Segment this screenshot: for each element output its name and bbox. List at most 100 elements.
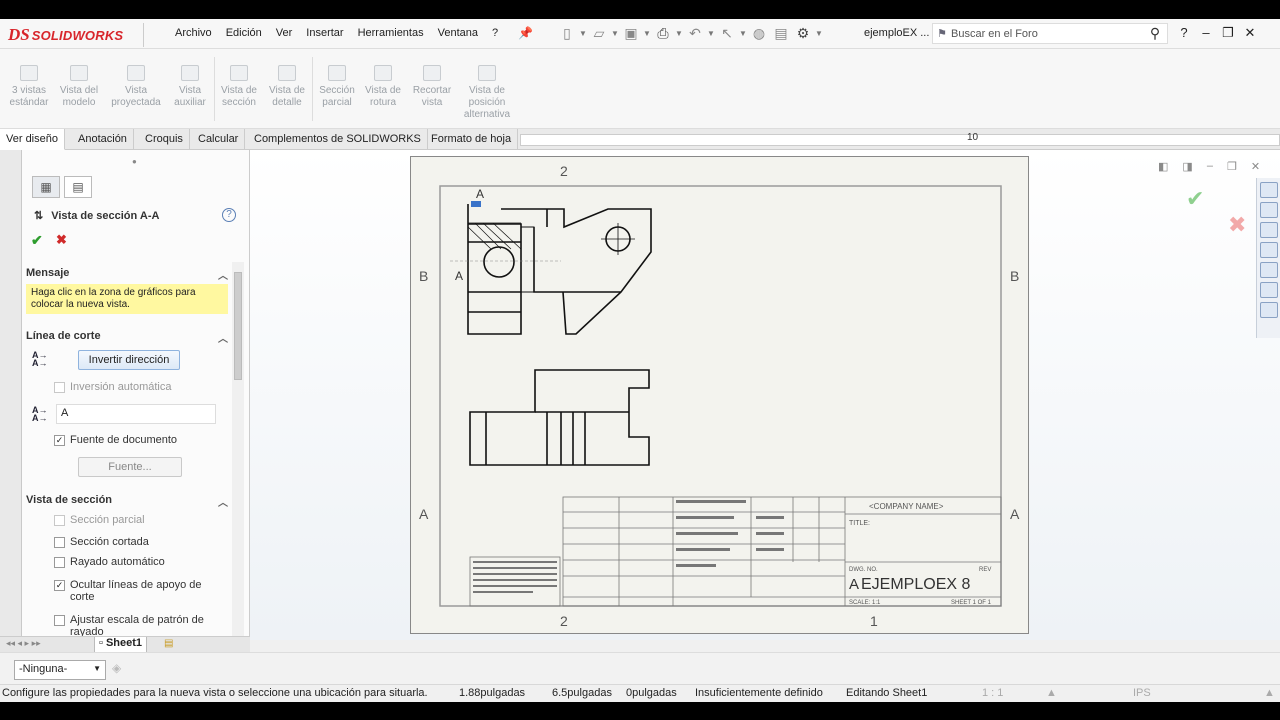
select-icon[interactable]: ↖ bbox=[716, 25, 738, 42]
menu-ventana[interactable]: Ventana bbox=[431, 27, 485, 39]
custom-properties-icon[interactable] bbox=[1260, 282, 1278, 298]
ribbon-projected-view[interactable]: Vista proyectada bbox=[111, 65, 161, 109]
help-icon[interactable]: ? bbox=[1176, 25, 1192, 41]
rayado-automatico-checkbox[interactable]: Rayado automático bbox=[54, 556, 165, 568]
pin-icon[interactable]: 📌 bbox=[518, 26, 533, 40]
chevron-down-icon[interactable]: ▼ bbox=[642, 25, 652, 42]
panel-grip-icon[interactable]: ● bbox=[132, 157, 137, 166]
menu-archivo[interactable]: Archivo bbox=[168, 27, 219, 39]
menu-herramientas[interactable]: Herramientas bbox=[351, 27, 431, 39]
search-input[interactable]: Buscar en el Foro bbox=[951, 28, 1143, 40]
menu-ver[interactable]: Ver bbox=[269, 27, 300, 39]
ribbon-auxiliary-view[interactable]: Vista auxiliar bbox=[165, 65, 215, 109]
invertir-direccion-button[interactable]: Invertir dirección bbox=[78, 350, 180, 370]
viewport-right-icon[interactable]: ◨ bbox=[1182, 160, 1192, 173]
tab-croquis[interactable]: Croquis bbox=[139, 129, 190, 150]
menu-help[interactable]: ? bbox=[485, 27, 505, 39]
menu-edicion[interactable]: Edición bbox=[219, 27, 269, 39]
file-properties-icon[interactable]: ▤ bbox=[770, 25, 792, 42]
ribbon-broken-out-section[interactable]: Sección parcial bbox=[312, 65, 362, 109]
ribbon-model-view[interactable]: Vista del modelo bbox=[54, 65, 104, 109]
options-gear-icon[interactable]: ⚙ bbox=[792, 25, 814, 42]
checkbox-box[interactable]: ✓ bbox=[54, 580, 65, 591]
solidworks-logo[interactable]: DS SOLIDWORKS bbox=[8, 23, 144, 47]
left-collapse-strip[interactable] bbox=[0, 150, 22, 640]
confirm-corner-check-icon[interactable]: ✔ bbox=[1186, 186, 1204, 212]
undo-icon[interactable]: ↶ bbox=[684, 25, 706, 42]
tab-formato-de-hoja[interactable]: Formato de hoja bbox=[425, 129, 519, 150]
status-units[interactable]: IPS bbox=[1133, 687, 1151, 699]
ocultar-lineas-checkbox[interactable]: ✓ Ocultar líneas de apoyo de corte bbox=[54, 579, 204, 603]
tab-anotacion[interactable]: Anotación bbox=[72, 129, 134, 150]
new-document-icon[interactable]: ▯ bbox=[556, 25, 578, 42]
ribbon-crop-view[interactable]: Recortar vista bbox=[407, 65, 457, 109]
viewport-left-icon[interactable]: ◧ bbox=[1158, 160, 1168, 173]
home-icon[interactable] bbox=[1260, 182, 1278, 198]
help-icon[interactable]: ? bbox=[222, 208, 236, 222]
cancel-x-icon[interactable]: ✖ bbox=[56, 232, 67, 248]
ok-checkmark-icon[interactable]: ✔ bbox=[31, 232, 43, 249]
ajustar-escala-checkbox[interactable]: Ajustar escala de patrón de rayado bbox=[54, 614, 214, 638]
layer-select[interactable]: -Ninguna- ▼ bbox=[14, 660, 106, 680]
tab-complementos[interactable]: Complementos de SOLIDWORKS bbox=[248, 129, 428, 150]
seccion-parcial-checkbox[interactable]: Sección parcial bbox=[54, 514, 145, 526]
menu-insertar[interactable]: Insertar bbox=[299, 27, 350, 39]
ribbon-break-view[interactable]: Vista de rotura bbox=[358, 65, 408, 109]
chevron-down-icon[interactable]: ▼ bbox=[674, 25, 684, 42]
chevron-down-icon[interactable]: ▼ bbox=[578, 25, 588, 42]
linea-de-corte-header[interactable]: Línea de corte ︿ bbox=[26, 330, 228, 345]
section-label-input[interactable]: A bbox=[56, 404, 216, 424]
graphics-area[interactable]: ⊕ ⊞ ⊘ ✥ ↻ ◈ ▩ ◉ ◐ ◧ ◨ – ❐ ✕ ✔ ✖ bbox=[250, 150, 1280, 640]
seccion-cortada-checkbox[interactable]: Sección cortada bbox=[54, 536, 149, 548]
chevron-up-icon[interactable]: ▲ bbox=[1046, 687, 1057, 699]
checkbox-box[interactable] bbox=[54, 382, 65, 393]
file-explorer-icon[interactable] bbox=[1260, 222, 1278, 238]
inversion-automatica-checkbox[interactable]: Inversión automática bbox=[54, 381, 172, 393]
checkbox-box[interactable] bbox=[54, 537, 65, 548]
add-sheet-icon[interactable]: ▤ bbox=[164, 638, 173, 649]
chevron-up-icon[interactable]: ▲ bbox=[1264, 687, 1275, 699]
appearances-icon[interactable] bbox=[1260, 262, 1278, 278]
mensaje-header[interactable]: Mensaje ︿ bbox=[26, 267, 228, 282]
confirm-corner-cancel-icon[interactable]: ✖ bbox=[1228, 212, 1246, 238]
chevron-down-icon[interactable]: ▼ bbox=[814, 25, 824, 42]
checkbox-box[interactable]: ✓ bbox=[54, 435, 65, 446]
chevron-down-icon[interactable]: ▼ bbox=[610, 25, 620, 42]
checkbox-box[interactable] bbox=[54, 615, 65, 626]
ribbon-section-view[interactable]: Vista de sección bbox=[214, 65, 264, 109]
viewport-close-icon[interactable]: ✕ bbox=[1251, 160, 1260, 173]
fuente-button[interactable]: Fuente... bbox=[78, 457, 182, 477]
search-icon[interactable]: ⚲ bbox=[1143, 25, 1167, 42]
forum-search[interactable]: ⚑ Buscar en el Foro ⚲ bbox=[932, 23, 1168, 44]
ribbon-alternate-position-view[interactable]: Vista de posición alternativa bbox=[462, 65, 512, 121]
tab-calcular[interactable]: Calcular bbox=[192, 129, 246, 150]
panel-scrollbar[interactable] bbox=[232, 262, 244, 636]
rebuild-icon[interactable]: ◍ bbox=[748, 25, 770, 42]
checkbox-box[interactable] bbox=[54, 557, 65, 568]
section-arrow-handle[interactable] bbox=[471, 201, 481, 207]
tab-ver-diseno[interactable]: Ver diseño bbox=[0, 129, 65, 150]
print-icon[interactable]: ⎙ bbox=[652, 25, 674, 42]
close-icon[interactable]: ✕ bbox=[1242, 25, 1258, 41]
collapse-chevron-icon[interactable]: ︿ bbox=[218, 267, 228, 282]
scrollbar-thumb[interactable] bbox=[234, 272, 242, 380]
viewport-minimize-icon[interactable]: – bbox=[1207, 160, 1213, 173]
minimize-icon[interactable]: – bbox=[1198, 25, 1214, 41]
sheet1-tab[interactable]: ▫ Sheet1 bbox=[94, 637, 148, 653]
forum-icon[interactable] bbox=[1260, 302, 1278, 318]
ribbon-standard-3-views[interactable]: 3 vistas estándar bbox=[4, 65, 54, 109]
chevron-down-icon[interactable]: ▼ bbox=[706, 25, 716, 42]
sheet-nav-arrows-icon[interactable]: ◂◂ ◂ ▸ ▸▸ bbox=[6, 638, 41, 649]
design-library-icon[interactable] bbox=[1260, 202, 1278, 218]
property-manager-tab-icon[interactable]: ▤ bbox=[64, 176, 92, 198]
save-icon[interactable]: ▣ bbox=[620, 25, 642, 42]
layer-properties-icon[interactable]: ◈ bbox=[112, 661, 121, 675]
chevron-down-icon[interactable]: ▼ bbox=[738, 25, 748, 42]
open-icon[interactable]: ▱ bbox=[588, 25, 610, 42]
viewport-restore-icon[interactable]: ❐ bbox=[1227, 160, 1237, 173]
collapse-chevron-icon[interactable]: ︿ bbox=[218, 330, 228, 345]
checkbox-box[interactable] bbox=[54, 515, 65, 526]
feature-manager-tab-icon[interactable]: ▦ bbox=[32, 176, 60, 198]
ribbon-detail-view[interactable]: Vista de detalle bbox=[262, 65, 312, 109]
restore-icon[interactable]: ❐ bbox=[1220, 25, 1236, 41]
